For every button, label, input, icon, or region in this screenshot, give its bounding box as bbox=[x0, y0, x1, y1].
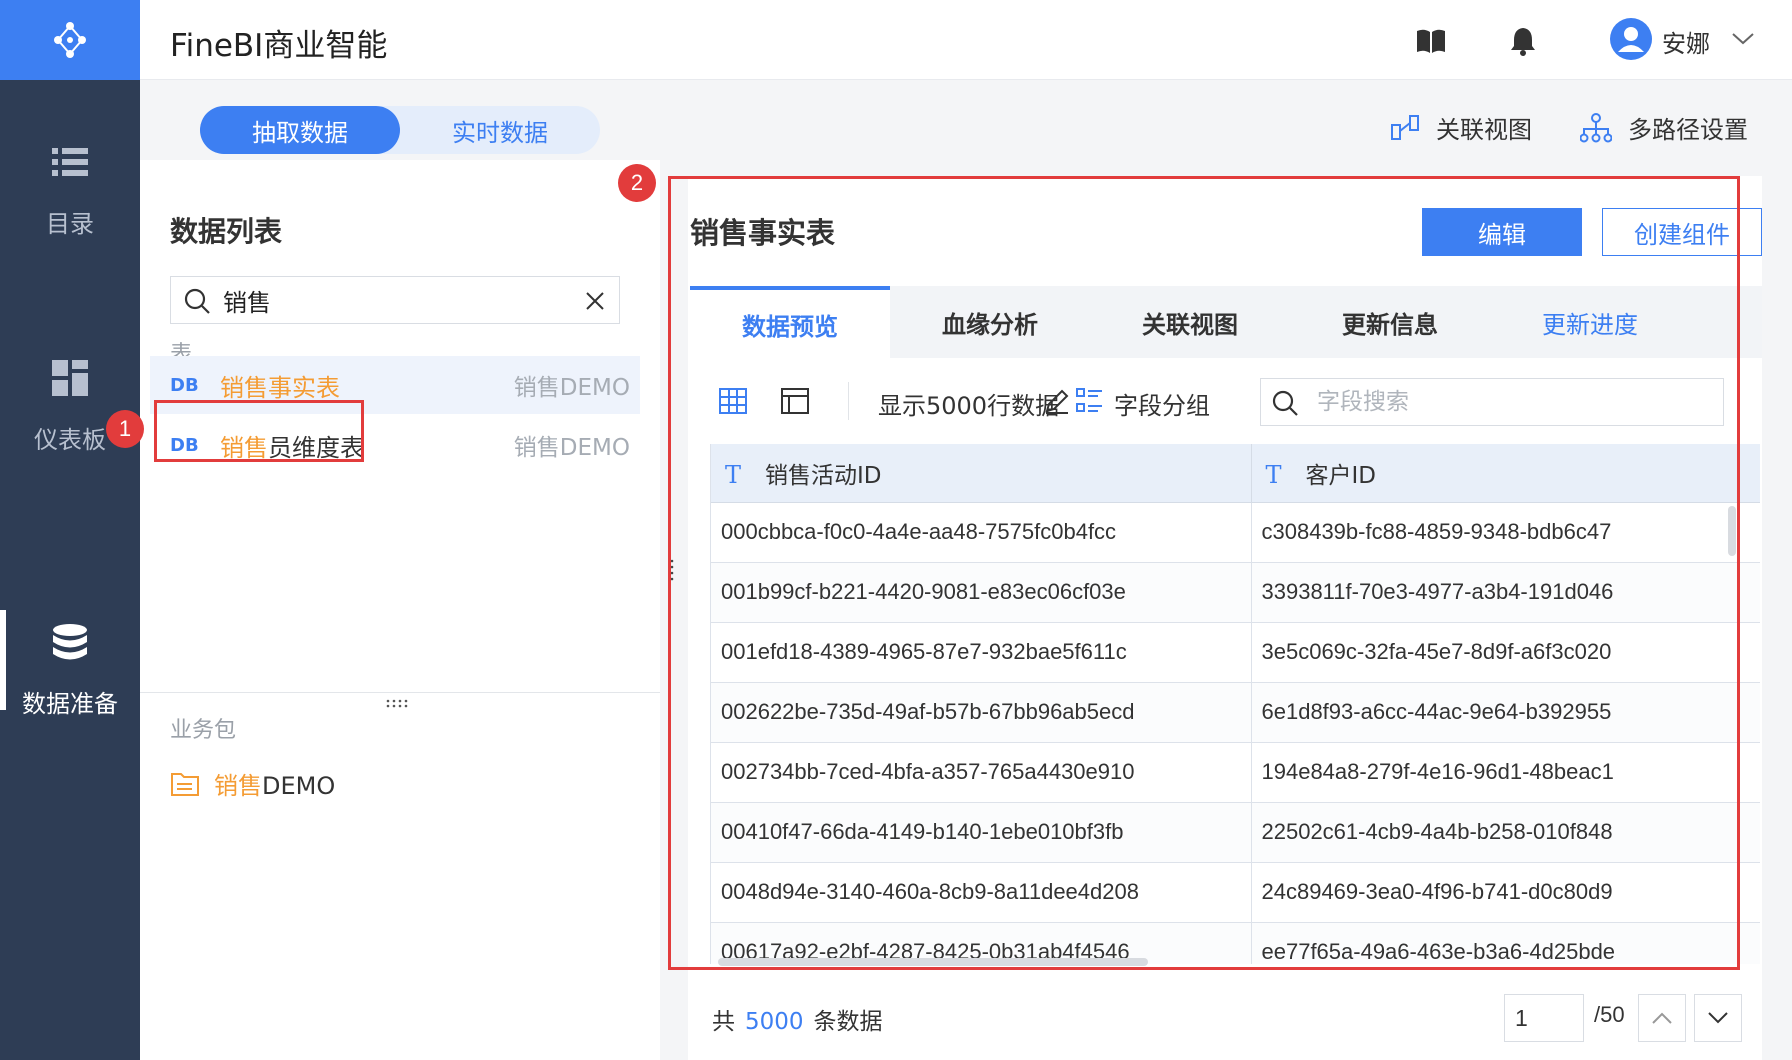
annotation-badge-1: 1 bbox=[106, 410, 144, 448]
table-item-source: 销售DEMO bbox=[513, 435, 630, 461]
nav-label-data-prep: 数据准备 bbox=[22, 689, 118, 718]
table-item-label: 销售事实表 bbox=[220, 373, 340, 402]
avatar[interactable] bbox=[1610, 18, 1652, 60]
close-icon[interactable] bbox=[583, 289, 607, 313]
user-icon bbox=[1618, 27, 1644, 52]
nav-item-catalog[interactable]: 目录 bbox=[0, 120, 140, 260]
database-icon bbox=[53, 623, 87, 659]
folder-icon bbox=[171, 772, 199, 796]
page-total: /50 bbox=[1594, 1002, 1625, 1027]
tab-extract-data[interactable]: 抽取数据 bbox=[200, 106, 400, 154]
relation-view-button[interactable]: 关联视图 bbox=[1390, 110, 1532, 145]
package-item-sales-demo[interactable]: 销售DEMO bbox=[170, 766, 335, 801]
sub-header: 抽取数据 实时数据 关联视图 多路径设置 bbox=[140, 80, 1792, 160]
annotation-box-2 bbox=[668, 176, 1740, 970]
nav-item-dashboard[interactable]: 仪表板 bbox=[0, 336, 140, 476]
nav-item-data-prep[interactable]: 数据准备 bbox=[0, 600, 140, 740]
relation-view-icon bbox=[1391, 114, 1419, 140]
package-label: 销售DEMO bbox=[214, 772, 336, 800]
data-mode-switch: 抽取数据 实时数据 bbox=[200, 106, 600, 154]
left-navigation: 目录 仪表板 数据准备 bbox=[0, 0, 140, 1060]
prev-page-button[interactable] bbox=[1638, 994, 1686, 1042]
chevron-down-icon[interactable] bbox=[1730, 28, 1756, 48]
multipath-settings-button[interactable]: 多路径设置 bbox=[1580, 110, 1748, 145]
logo-icon bbox=[54, 22, 86, 58]
top-bar: FineBI商业智能 安娜 bbox=[140, 0, 1792, 80]
hierarchy-icon bbox=[1580, 112, 1612, 142]
nav-label-dashboard: 仪表板 bbox=[34, 425, 106, 454]
db-icon: DB bbox=[170, 374, 199, 396]
data-list-title: 数据列表 bbox=[170, 215, 283, 248]
row-count-text: 共 5000 条数据 bbox=[712, 1009, 883, 1035]
nav-label-catalog: 目录 bbox=[46, 209, 94, 238]
next-page-button[interactable] bbox=[1694, 994, 1742, 1042]
annotation-box-1 bbox=[154, 400, 364, 462]
chevron-down-icon bbox=[1708, 1012, 1728, 1024]
data-list-panel: 数据列表 表 DB 销售事实表 销售DEMO DB 销售员维度表 销售DEMO … bbox=[140, 160, 660, 1060]
row-count-value: 5000 bbox=[745, 1009, 804, 1035]
tab-realtime-data[interactable]: 实时数据 bbox=[400, 106, 600, 154]
user-name[interactable]: 安娜 bbox=[1662, 24, 1710, 59]
search-icon bbox=[184, 288, 210, 314]
annotation-badge-2: 2 bbox=[618, 164, 656, 202]
search-input[interactable] bbox=[223, 283, 563, 317]
finebi-logo[interactable] bbox=[0, 0, 140, 80]
section-label-packages: 业务包 bbox=[170, 718, 237, 743]
chevron-up-icon bbox=[1652, 1012, 1672, 1024]
app-title: FineBI商业智能 bbox=[170, 28, 388, 64]
panel-divider bbox=[140, 692, 660, 693]
list-icon bbox=[52, 147, 88, 176]
drag-handle-icon[interactable] bbox=[385, 698, 413, 708]
table-item-source: 销售DEMO bbox=[513, 375, 630, 401]
bell-icon[interactable] bbox=[1506, 24, 1540, 58]
page-number-input[interactable] bbox=[1504, 994, 1584, 1042]
multipath-settings-label: 多路径设置 bbox=[1628, 116, 1748, 144]
book-icon[interactable] bbox=[1414, 24, 1448, 58]
data-list-search bbox=[170, 276, 620, 324]
dashboard-icon bbox=[52, 359, 88, 396]
relation-view-label: 关联视图 bbox=[1436, 116, 1532, 144]
pagination-footer: 共5000条数据 /50 bbox=[688, 976, 1762, 1060]
